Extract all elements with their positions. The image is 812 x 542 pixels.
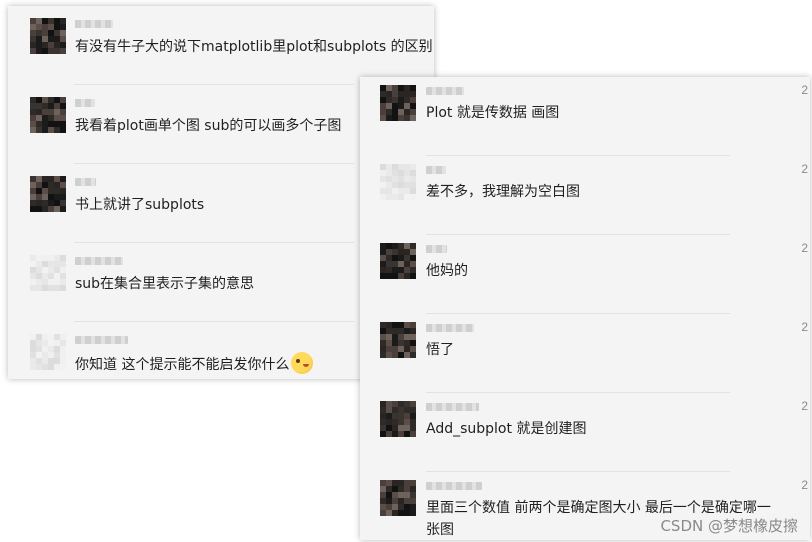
message-item[interactable]: Add_subplot 就是创建图 2: [360, 393, 810, 472]
avatar[interactable]: [380, 480, 416, 516]
message-item[interactable]: Plot 就是传数据 画图 2: [360, 77, 810, 156]
avatar[interactable]: [380, 322, 416, 358]
message-text-content: 有没有牛子大的说下matplotlib里plot和subplots 的区别: [75, 39, 433, 55]
message-text-content-line2: 张图: [426, 522, 454, 538]
message-text-content: 他妈的: [426, 263, 468, 279]
message-text-content: Plot 就是传数据 画图: [426, 105, 560, 121]
message-text: 我看着plot画单个图 sub的可以画多个子图: [75, 115, 341, 137]
message-text: 悟了: [426, 339, 454, 361]
avatar[interactable]: [30, 18, 66, 54]
thinking-face-icon: [291, 352, 314, 374]
message-item[interactable]: 有没有牛子大的说下matplotlib里plot和subplots 的区别: [8, 6, 434, 85]
message-text-content: 我看着plot画单个图 sub的可以画多个子图: [75, 118, 342, 134]
message-text: 差不多，我理解为空白图: [426, 181, 580, 203]
avatar[interactable]: [30, 255, 66, 291]
timestamp-partial: 2: [801, 162, 808, 176]
message-text-content: 书上就讲了subplots: [75, 197, 205, 213]
watermark: CSDN @梦想橡皮擦: [660, 517, 798, 535]
message-text-content: Add_subplot 就是创建图: [426, 421, 587, 437]
message-text: Add_subplot 就是创建图: [426, 418, 586, 440]
sender-name-blurred: [426, 324, 474, 332]
message-text: Plot 就是传数据 画图: [426, 102, 559, 124]
sender-name-blurred: [75, 257, 123, 265]
timestamp-partial: 2: [801, 241, 808, 255]
avatar[interactable]: [30, 176, 66, 212]
timestamp-partial: 2: [801, 399, 808, 413]
timestamp-partial: 2: [801, 478, 808, 492]
chat-panel-right: Plot 就是传数据 画图 2 差不多，我理解为空白图 2 他妈的 2 悟了 2 Add_sub…: [360, 77, 810, 540]
sender-name-blurred: [75, 336, 128, 344]
message-item[interactable]: 他妈的 2: [360, 235, 810, 314]
sender-name-blurred: [426, 87, 464, 95]
message-text-content: 里面三个数值 前两个是确定图大小 最后一个是确定哪一: [426, 500, 771, 516]
sender-name-blurred: [426, 403, 479, 411]
message-item[interactable]: 悟了 2: [360, 314, 810, 393]
timestamp-partial: 2: [801, 83, 808, 97]
message-text: 你知道 这个提示能不能启发你什么: [75, 352, 314, 376]
message-text-content: 悟了: [426, 342, 454, 358]
message-text-content: 你知道 这个提示能不能启发你什么: [75, 357, 290, 373]
sender-name-blurred: [426, 166, 446, 174]
message-text: sub在集合里表示子集的意思: [75, 273, 254, 295]
sender-name-blurred: [75, 20, 113, 28]
avatar[interactable]: [380, 243, 416, 279]
message-text-content: 差不多，我理解为空白图: [426, 184, 580, 200]
avatar[interactable]: [30, 334, 66, 370]
message-text: 书上就讲了subplots: [75, 194, 204, 216]
sender-name-blurred: [426, 245, 447, 253]
sender-name-blurred: [75, 99, 95, 107]
avatar[interactable]: [380, 401, 416, 437]
message-text-content: sub在集合里表示子集的意思: [75, 276, 255, 292]
message-text: 他妈的: [426, 260, 468, 282]
avatar[interactable]: [380, 164, 416, 200]
avatar[interactable]: [380, 85, 416, 121]
sender-name-blurred: [75, 178, 96, 186]
timestamp-partial: 2: [801, 320, 808, 334]
sender-name-blurred: [426, 482, 482, 490]
avatar[interactable]: [30, 97, 66, 133]
message-text: 有没有牛子大的说下matplotlib里plot和subplots 的区别: [75, 36, 433, 58]
message-item[interactable]: 差不多，我理解为空白图 2: [360, 156, 810, 235]
